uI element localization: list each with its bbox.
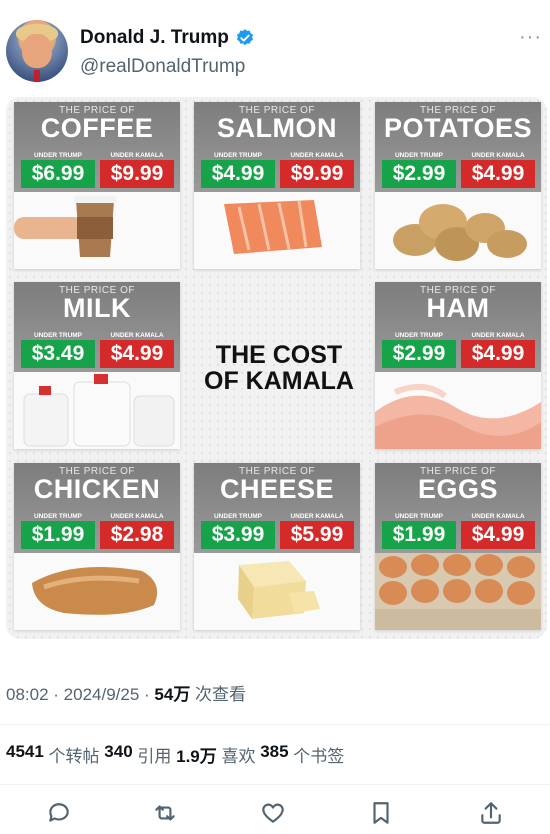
product-name: CHEESE xyxy=(219,474,335,504)
product-name: POTATOES xyxy=(383,113,533,143)
like-label[interactable]: 喜欢 xyxy=(217,742,260,767)
kamala-price: $4.99 xyxy=(461,521,535,549)
trump-price: $2.99 xyxy=(382,160,456,188)
like-count[interactable]: 1.9万 xyxy=(176,742,217,767)
center-title: THE COST OF KAMALA xyxy=(196,342,362,394)
reply-icon[interactable] xyxy=(46,800,74,828)
kamala-price: $4.99 xyxy=(100,340,174,368)
separator: · xyxy=(48,685,64,704)
under-kamala-label: UNDER KAMALA xyxy=(471,332,525,339)
repost-icon[interactable] xyxy=(152,800,180,828)
price-card-coffee: THE PRICE OF COFFEE UNDER TRUMP UNDER KA… xyxy=(14,102,180,269)
chicken-breast-image xyxy=(14,553,180,630)
verified-badge-icon xyxy=(236,29,253,46)
under-kamala-label: UNDER KAMALA xyxy=(471,152,525,159)
product-name: CHICKEN xyxy=(33,474,161,504)
view-count: 54万 xyxy=(154,685,191,704)
engagement-stats: 4541 个转帖 340 引用 1.9万 喜欢 385 个书签 xyxy=(6,742,344,767)
quote-count[interactable]: 340 xyxy=(104,742,132,767)
under-kamala-label: UNDER KAMALA xyxy=(110,513,164,520)
product-name: COFFEE xyxy=(40,113,154,143)
view-label: 次查看 xyxy=(190,685,247,704)
avatar[interactable] xyxy=(6,20,68,82)
tweet-time[interactable]: 08:02 xyxy=(6,685,49,704)
divider xyxy=(0,784,550,785)
product-name: HAM xyxy=(426,293,490,323)
trump-price: $3.99 xyxy=(201,521,275,549)
more-options-icon[interactable]: ··· xyxy=(519,26,542,49)
kamala-price: $4.99 xyxy=(461,160,535,188)
name-row: Donald J. Trump xyxy=(80,27,255,49)
trump-price: $4.99 xyxy=(201,160,275,188)
potatoes-image xyxy=(375,192,541,269)
product-name: MILK xyxy=(63,293,131,323)
under-kamala-label: UNDER KAMALA xyxy=(290,513,344,520)
salmon-fillet-image xyxy=(194,192,360,269)
under-kamala-label: UNDER KAMALA xyxy=(290,152,344,159)
tweet-meta: 08:02 · 2024/9/25 · 54万 次查看 xyxy=(6,680,246,705)
tweet-date[interactable]: 2024/9/25 xyxy=(64,685,140,704)
share-icon[interactable] xyxy=(478,800,506,828)
divider xyxy=(0,724,550,725)
trump-price: $1.99 xyxy=(21,521,95,549)
product-name: SALMON xyxy=(217,113,337,143)
under-trump-label: UNDER TRUMP xyxy=(33,513,83,520)
under-kamala-label: UNDER KAMALA xyxy=(110,152,164,159)
handle[interactable]: @realDonaldTrump xyxy=(80,56,245,78)
eggs-carton-image xyxy=(375,553,541,630)
kamala-price: $9.99 xyxy=(280,160,354,188)
kamala-price: $2.98 xyxy=(100,521,174,549)
ham-slices-image xyxy=(375,372,541,449)
bookmark-count[interactable]: 385 xyxy=(260,742,288,767)
bookmark-label[interactable]: 个书签 xyxy=(289,742,344,767)
price-card-milk: THE PRICE OF MILK UNDER TRUMP UNDER KAMA… xyxy=(14,282,180,449)
trump-price: $6.99 xyxy=(21,160,95,188)
center-title-line2: OF KAMALA xyxy=(204,367,354,395)
cheese-cubes-image xyxy=(194,553,360,630)
center-title-line1: THE COST xyxy=(215,341,343,369)
under-trump-label: UNDER TRUMP xyxy=(394,152,444,159)
under-trump-label: UNDER TRUMP xyxy=(394,332,444,339)
product-name: EGGS xyxy=(417,474,499,504)
under-trump-label: UNDER TRUMP xyxy=(33,332,83,339)
like-icon[interactable] xyxy=(260,800,288,828)
separator: · xyxy=(139,685,155,704)
kamala-price: $9.99 xyxy=(100,160,174,188)
price-card-chicken: THE PRICE OF CHICKEN UNDER TRUMP UNDER K… xyxy=(14,463,180,630)
price-card-potatoes: THE PRICE OF POTATOES UNDER TRUMP UNDER … xyxy=(375,102,541,269)
under-kamala-label: UNDER KAMALA xyxy=(471,513,525,520)
under-trump-label: UNDER TRUMP xyxy=(213,152,263,159)
action-bar xyxy=(0,798,550,834)
trump-price: $1.99 xyxy=(382,521,456,549)
repost-label[interactable]: 个转帖 xyxy=(44,742,104,767)
kamala-price: $5.99 xyxy=(280,521,354,549)
trump-price: $2.99 xyxy=(382,340,456,368)
quote-label[interactable]: 引用 xyxy=(133,742,176,767)
trump-price: $3.49 xyxy=(21,340,95,368)
under-trump-label: UNDER TRUMP xyxy=(33,152,83,159)
repost-count[interactable]: 4541 xyxy=(6,742,44,767)
tweet-header: Donald J. Trump @realDonaldTrump ··· xyxy=(0,0,550,95)
bookmark-icon[interactable] xyxy=(368,800,396,828)
coffee-cup-image xyxy=(14,192,180,269)
display-name[interactable]: Donald J. Trump xyxy=(80,27,229,49)
price-card-salmon: THE PRICE OF SALMON UNDER TRUMP UNDER KA… xyxy=(194,102,360,269)
under-trump-label: UNDER TRUMP xyxy=(213,513,263,520)
price-card-eggs: THE PRICE OF EGGS UNDER TRUMP UNDER KAMA… xyxy=(375,463,541,630)
kamala-price: $4.99 xyxy=(461,340,535,368)
price-card-cheese: THE PRICE OF CHEESE UNDER TRUMP UNDER KA… xyxy=(194,463,360,630)
milk-jugs-image xyxy=(14,372,180,449)
under-trump-label: UNDER TRUMP xyxy=(394,513,444,520)
under-kamala-label: UNDER KAMALA xyxy=(110,332,164,339)
tweet-image[interactable]: THE PRICE OF COFFEE UNDER TRUMP UNDER KA… xyxy=(6,97,547,639)
price-card-ham: THE PRICE OF HAM UNDER TRUMP UNDER KAMAL… xyxy=(375,282,541,449)
